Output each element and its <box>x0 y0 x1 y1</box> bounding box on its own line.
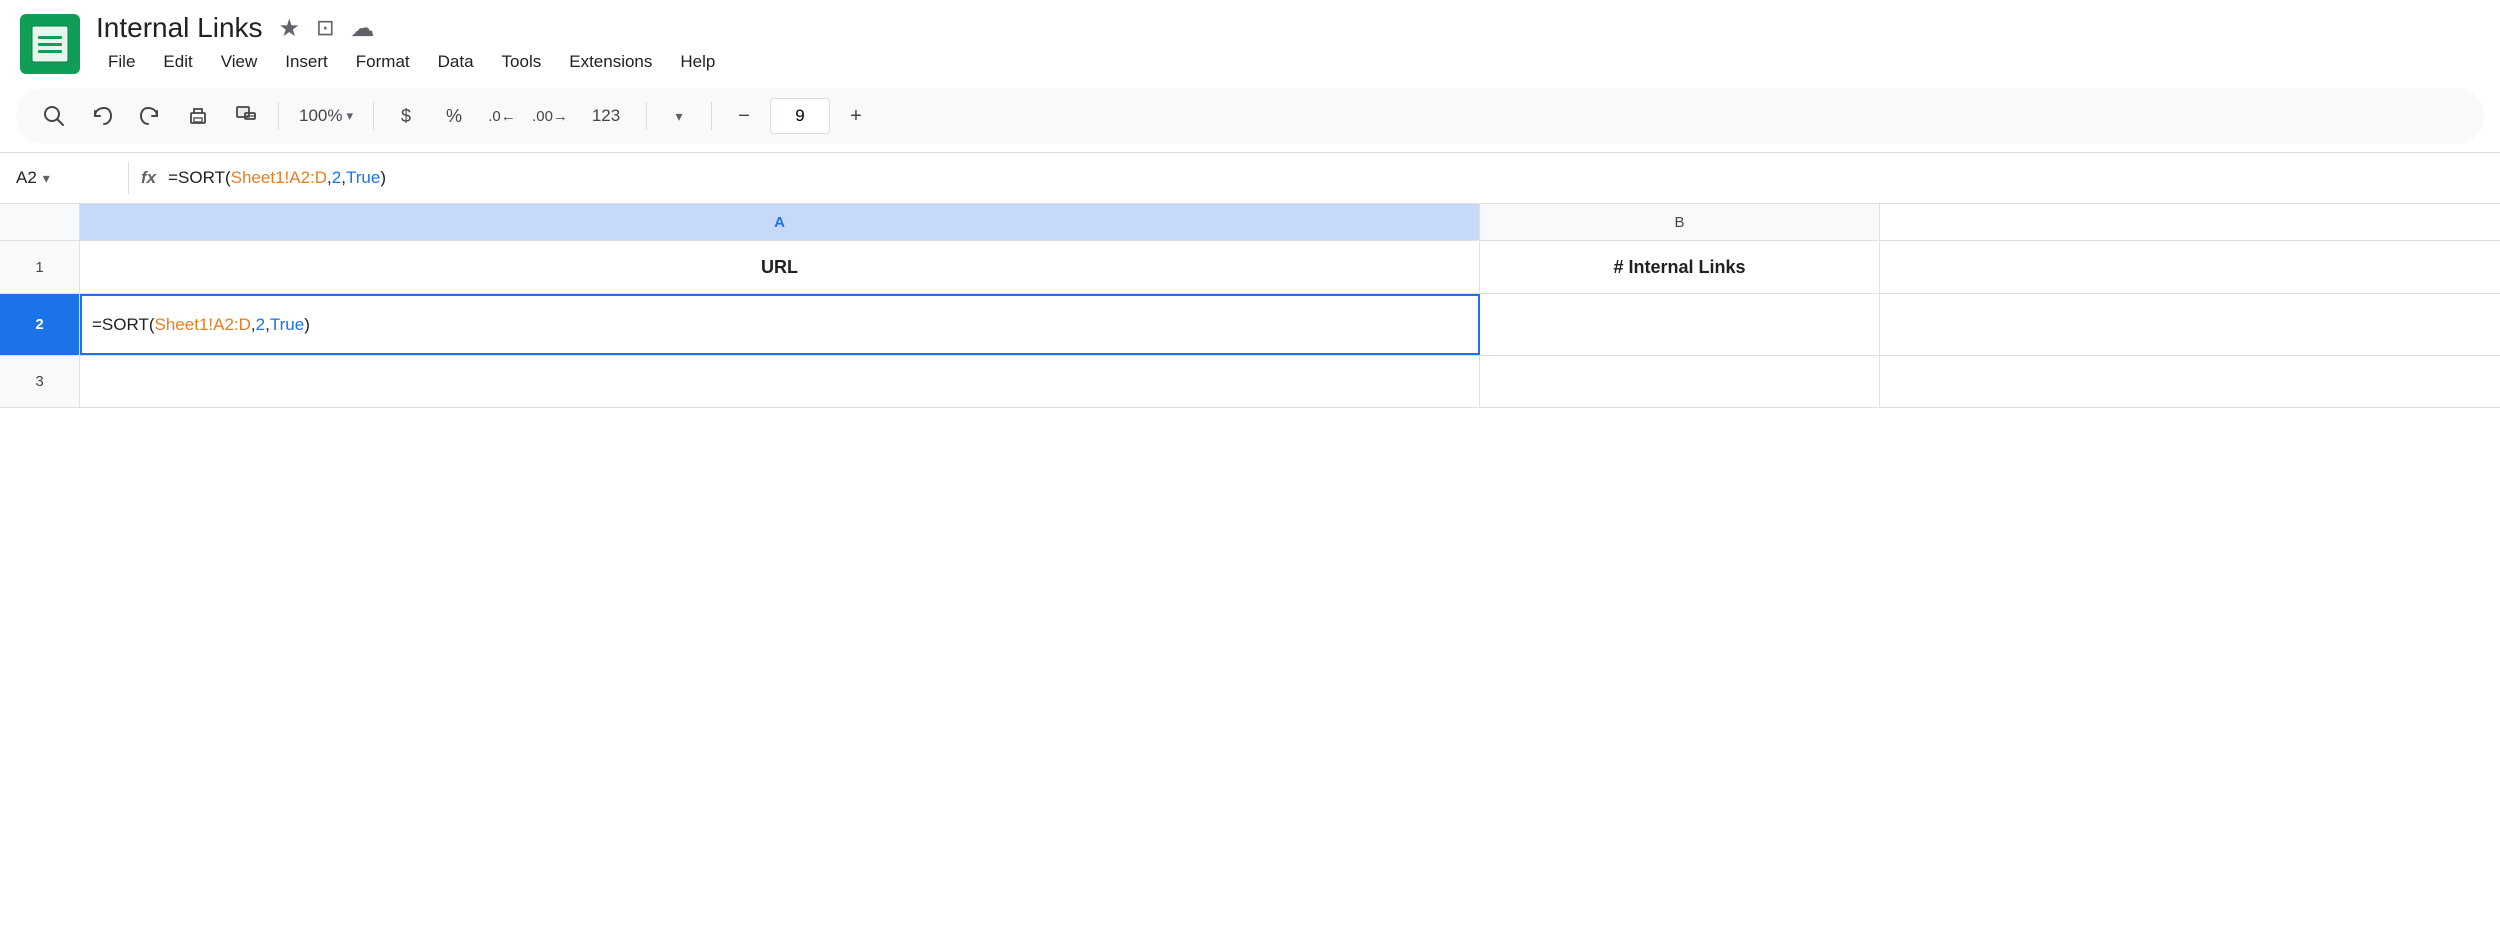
row-2: 2 =SORT( Sheet1!A2:D , 2 , True ) <box>0 294 2500 356</box>
menu-extensions[interactable]: Extensions <box>557 48 664 76</box>
more-formats-icon: 123 <box>592 106 620 126</box>
formula-ref: Sheet1!A2:D <box>231 168 327 188</box>
currency-button[interactable]: $ <box>384 94 428 138</box>
dec-increase-button[interactable]: .00→ <box>528 94 572 138</box>
more-formats-button[interactable]: 123 <box>576 94 636 138</box>
plus-icon: + <box>850 105 862 128</box>
formula-bar: A2 ▾ fx =SORT( Sheet1!A2:D , 2 , True ) <box>0 152 2500 204</box>
toolbar-divider-1 <box>278 102 279 130</box>
zoom-arrow: ▾ <box>346 108 353 124</box>
folder-icon[interactable]: ⊡ <box>316 15 334 41</box>
menu-insert[interactable]: Insert <box>273 48 340 76</box>
cell-a2[interactable]: =SORT( Sheet1!A2:D , 2 , True ) <box>80 294 1480 355</box>
dec-decrease-icon: .0← <box>488 108 516 125</box>
column-headers: A B <box>0 204 2500 241</box>
font-size-value: 9 <box>795 106 804 126</box>
fx-icon: fx <box>141 168 156 188</box>
star-icon[interactable]: ★ <box>279 14 301 43</box>
cell-reference: A2 ▾ <box>16 168 116 188</box>
formula-prefix: =SORT( <box>168 168 231 188</box>
doc-title-row: Internal Links ★ ⊡ ☁ <box>96 12 727 44</box>
menu-bar: File Edit View Insert Format Data Tools … <box>96 48 727 76</box>
row-3: 3 <box>0 356 2500 408</box>
zoom-value: 100% <box>299 106 342 126</box>
cell-ref-arrow[interactable]: ▾ <box>43 170 50 187</box>
cloud-icon[interactable]: ☁ <box>351 14 375 43</box>
cell-formula-ref: Sheet1!A2:D <box>155 315 251 335</box>
menu-edit[interactable]: Edit <box>151 48 204 76</box>
cell-a1[interactable]: URL <box>80 241 1480 293</box>
font-size-decrease-button[interactable]: − <box>722 94 766 138</box>
font-size-increase-button[interactable]: + <box>834 94 878 138</box>
toolbar-divider-4 <box>711 102 712 130</box>
formula-sort-col: 2 <box>332 168 341 188</box>
paint-format-button[interactable] <box>224 94 268 138</box>
cell-a2-formula: =SORT( Sheet1!A2:D , 2 , True ) <box>92 315 310 335</box>
formula-order: True <box>346 168 380 188</box>
cell-b1[interactable]: # Internal Links <box>1480 241 1880 293</box>
dec-increase-icon: .00→ <box>532 108 568 125</box>
cell-formula-col: 2 <box>256 315 265 335</box>
cell-b2[interactable] <box>1480 294 1880 355</box>
formula-content: =SORT( Sheet1!A2:D , 2 , True ) <box>168 168 386 188</box>
row-num-2: 2 <box>0 294 80 355</box>
doc-title: Internal Links <box>96 12 263 44</box>
search-button[interactable] <box>32 94 76 138</box>
spreadsheet: A B 1 URL # Internal Links 2 =SORT( Shee… <box>0 204 2500 408</box>
minus-icon: − <box>738 105 750 128</box>
toolbar: 100% ▾ $ % .0← .00→ 123 ▾ − 9 + <box>16 88 2484 144</box>
col-header-b[interactable]: B <box>1480 204 1880 240</box>
undo-button[interactable] <box>80 94 124 138</box>
app-logo <box>20 14 80 74</box>
col-header-a[interactable]: A <box>80 204 1480 240</box>
font-size-arrow-icon: ▾ <box>676 108 683 125</box>
menu-help[interactable]: Help <box>668 48 727 76</box>
menu-view[interactable]: View <box>209 48 270 76</box>
row-header-spacer <box>0 204 80 240</box>
cell-formula-suffix: ) <box>304 315 310 335</box>
row-num-3: 3 <box>0 356 80 407</box>
formula-suffix: ) <box>380 168 386 188</box>
row-1: 1 URL # Internal Links <box>0 241 2500 294</box>
row-num-1: 1 <box>0 241 80 293</box>
menu-format[interactable]: Format <box>344 48 422 76</box>
cell-a3[interactable] <box>80 356 1480 407</box>
currency-icon: $ <box>401 106 411 127</box>
formula-bar-divider <box>128 162 129 194</box>
font-size-arrow-button[interactable]: ▾ <box>657 94 701 138</box>
dec-decrease-button[interactable]: .0← <box>480 94 524 138</box>
cell-b3[interactable] <box>1480 356 1880 407</box>
menu-data[interactable]: Data <box>426 48 486 76</box>
redo-button[interactable] <box>128 94 172 138</box>
zoom-control[interactable]: 100% ▾ <box>289 102 363 130</box>
toolbar-divider-2 <box>373 102 374 130</box>
font-size-display[interactable]: 9 <box>770 98 830 134</box>
menu-tools[interactable]: Tools <box>490 48 554 76</box>
cell-ref-text: A2 <box>16 168 37 188</box>
title-section: Internal Links ★ ⊡ ☁ File Edit View Inse… <box>96 12 727 76</box>
percent-icon: % <box>446 106 462 127</box>
print-button[interactable] <box>176 94 220 138</box>
cell-formula-prefix: =SORT( <box>92 315 155 335</box>
title-bar: Internal Links ★ ⊡ ☁ File Edit View Inse… <box>0 0 2500 80</box>
toolbar-divider-3 <box>646 102 647 130</box>
menu-file[interactable]: File <box>96 48 147 76</box>
percent-button[interactable]: % <box>432 94 476 138</box>
cell-formula-order: True <box>270 315 304 335</box>
